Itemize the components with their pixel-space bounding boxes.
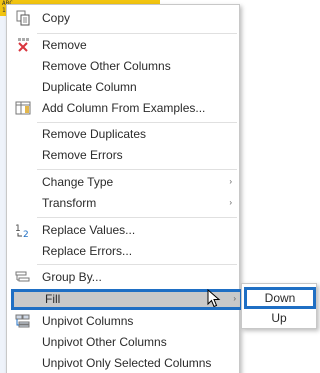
mouse-cursor-icon — [207, 289, 221, 308]
menu-item-label: Fill — [45, 292, 61, 306]
group-by-icon — [15, 269, 31, 285]
menu-item-label: Unpivot Columns — [42, 314, 134, 328]
menu-item-label: Remove Other Columns — [42, 59, 171, 73]
menu-item-change-type[interactable]: Change Type › — [7, 172, 239, 193]
menu-item-remove-duplicates[interactable]: Remove Duplicates — [7, 124, 239, 145]
menu-item-label: Copy — [42, 11, 71, 25]
submenu-item-label: Down — [264, 291, 296, 305]
screen: ABC 1.2 Copy — [0, 0, 320, 373]
menu-item-label: Unpivot Other Columns — [42, 335, 167, 349]
menu-item-group-by[interactable]: Group By... — [7, 267, 239, 288]
svg-text:2: 2 — [23, 230, 29, 238]
menu-item-label: Group By... — [42, 270, 102, 284]
menu-item-remove-other-columns[interactable]: Remove Other Columns — [7, 56, 239, 77]
context-menu: Copy Remove Remove Other Columns Duplica… — [6, 4, 243, 373]
remove-column-icon — [15, 37, 31, 53]
menu-item-label: Unpivot Only Selected Columns — [42, 356, 212, 370]
menu-item-label: Duplicate Column — [42, 80, 137, 94]
submenu-item-down[interactable]: Down — [244, 287, 316, 309]
separator — [37, 122, 237, 123]
menu-item-copy[interactable]: Copy — [7, 8, 239, 29]
menu-item-label: Replace Values... — [42, 223, 136, 237]
submenu-item-up[interactable]: Up — [242, 308, 316, 328]
replace-values-icon: 1 2 — [15, 222, 31, 240]
unpivot-icon — [15, 313, 31, 329]
menu-item-remove-errors[interactable]: Remove Errors — [7, 145, 239, 166]
menu-item-label: Change Type — [42, 175, 114, 189]
separator — [37, 264, 237, 265]
menu-item-label: Remove Errors — [42, 148, 123, 162]
menu-item-add-column-from-examples[interactable]: Add Column From Examples... — [7, 98, 239, 119]
separator — [37, 33, 237, 34]
submenu-arrow-icon: › — [233, 294, 236, 303]
submenu-arrow-icon: › — [229, 177, 232, 186]
menu-item-label: Transform — [42, 196, 97, 210]
column-from-examples-icon — [15, 100, 31, 116]
menu-item-remove[interactable]: Remove — [7, 35, 239, 56]
menu-item-label: Add Column From Examples... — [42, 101, 206, 115]
menu-item-replace-errors[interactable]: Replace Errors... — [7, 241, 239, 262]
menu-item-unpivot-columns[interactable]: Unpivot Columns — [7, 311, 239, 332]
menu-item-label: Remove Duplicates — [42, 127, 147, 141]
copy-icon — [15, 10, 31, 26]
fill-submenu: Down Up — [241, 283, 317, 329]
separator — [37, 169, 237, 170]
menu-item-duplicate-column[interactable]: Duplicate Column — [7, 77, 239, 98]
menu-item-replace-values[interactable]: 1 2 Replace Values... — [7, 220, 239, 241]
separator — [37, 217, 237, 218]
submenu-item-label: Up — [271, 311, 287, 325]
menu-item-transform[interactable]: Transform › — [7, 193, 239, 214]
svg-text:1: 1 — [15, 224, 21, 234]
submenu-arrow-icon: › — [229, 198, 232, 207]
menu-item-label: Remove — [42, 38, 87, 52]
menu-item-unpivot-other-columns[interactable]: Unpivot Other Columns — [7, 332, 239, 353]
menu-item-label: Replace Errors... — [42, 244, 133, 258]
menu-item-unpivot-only-selected-columns[interactable]: Unpivot Only Selected Columns — [7, 353, 239, 373]
